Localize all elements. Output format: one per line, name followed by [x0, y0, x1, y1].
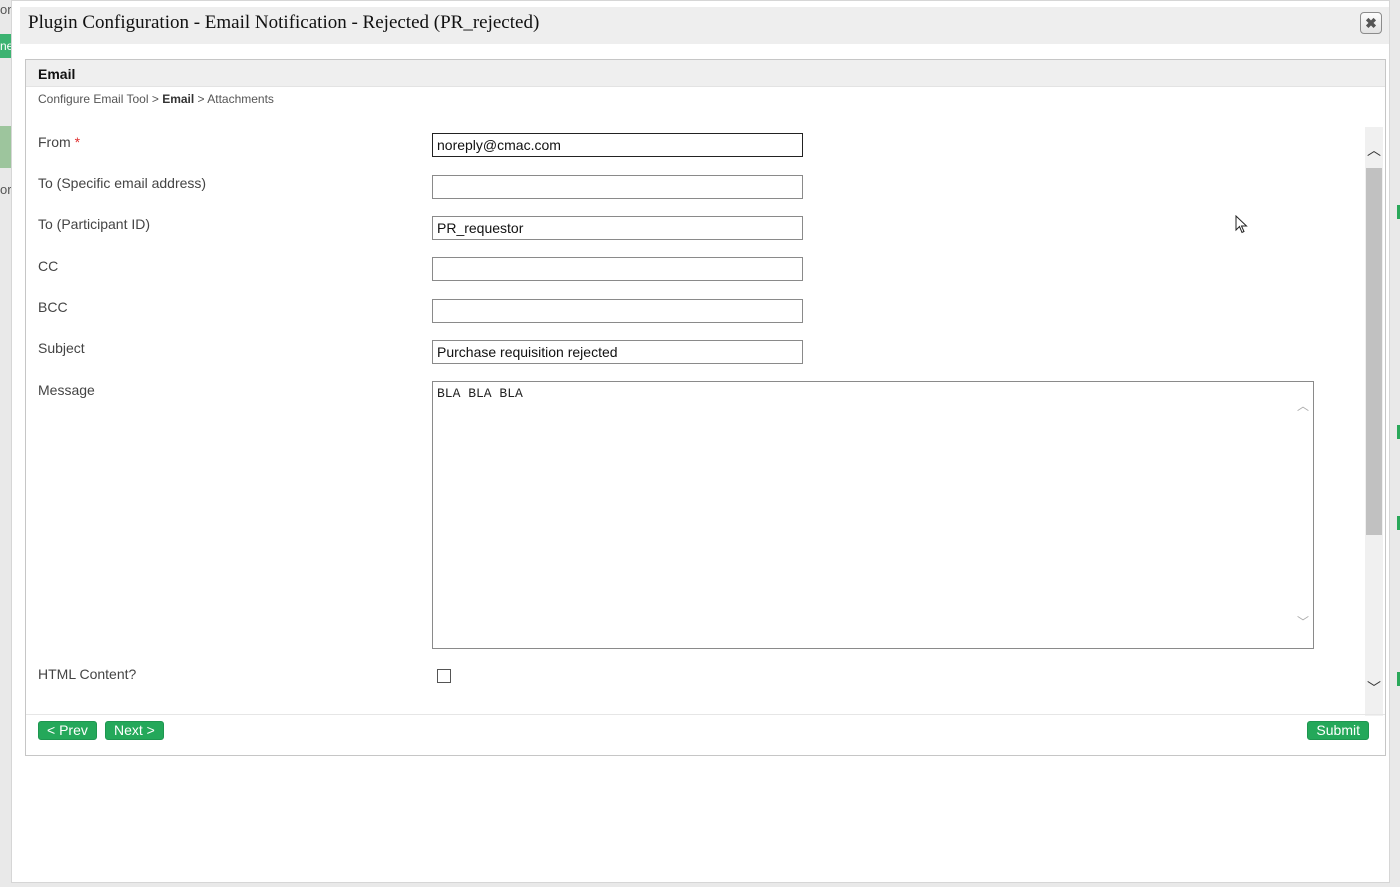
plugin-config-dialog: Plugin Configuration - Email Notificatio…: [11, 0, 1390, 883]
to-participant-input[interactable]: [432, 216, 803, 240]
breadcrumb-separator: >: [148, 92, 163, 106]
from-label: From *: [38, 134, 81, 150]
panel-title: Email: [38, 66, 76, 82]
breadcrumb-separator: >: [194, 92, 208, 106]
to-email-label: To (Specific email address): [38, 175, 207, 191]
breadcrumb: Configure Email Tool > Email > Attachmen…: [38, 92, 274, 106]
cc-label: CC: [38, 258, 59, 274]
bcc-input[interactable]: [432, 299, 803, 323]
textarea-scroll-down-icon[interactable]: ﹀: [1297, 616, 1309, 628]
textarea-scroll-up-icon[interactable]: ︿: [1297, 400, 1309, 412]
dialog-title-bar[interactable]: Plugin Configuration - Email Notificatio…: [20, 7, 1389, 44]
message-textarea[interactable]: BLA BLA BLA: [432, 381, 1314, 649]
background-green-block: [0, 126, 11, 168]
bcc-label: BCC: [38, 299, 68, 315]
next-button[interactable]: Next >: [105, 721, 164, 740]
breadcrumb-step-email: Email: [162, 92, 195, 106]
form-area: From * To (Specific email address) To (P…: [26, 127, 1366, 716]
scroll-up-icon[interactable]: ︿: [1365, 141, 1383, 159]
from-input[interactable]: [432, 133, 803, 157]
message-label: Message: [38, 382, 95, 398]
scrollbar-thumb[interactable]: [1366, 168, 1382, 535]
panel-header: Email: [26, 60, 1385, 87]
dialog-title: Plugin Configuration - Email Notificatio…: [28, 12, 540, 33]
subject-input[interactable]: [432, 340, 803, 364]
form-scrollbar[interactable]: ︿ ﹀: [1365, 127, 1383, 716]
required-marker: *: [74, 134, 81, 150]
mouse-cursor-icon: [1235, 215, 1248, 234]
background-text-fragment: or: [0, 182, 12, 197]
html-content-checkbox[interactable]: [437, 669, 451, 683]
breadcrumb-step-attachments: Attachments: [207, 92, 274, 106]
submit-button[interactable]: Submit: [1307, 721, 1369, 740]
email-panel: Email Configure Email Tool > Email > Att…: [25, 59, 1386, 756]
to-participant-label: To (Participant ID): [38, 216, 151, 232]
prev-button[interactable]: < Prev: [38, 721, 97, 740]
background-green-button: ne: [0, 34, 11, 58]
html-content-label: HTML Content?: [38, 666, 137, 682]
close-icon: ✖: [1365, 15, 1377, 31]
to-email-input[interactable]: [432, 175, 803, 199]
close-button[interactable]: ✖: [1360, 12, 1382, 34]
scroll-down-icon[interactable]: ﹀: [1365, 679, 1383, 697]
subject-label: Subject: [38, 340, 85, 356]
dialog-footer: < Prev Next > Submit: [26, 714, 1385, 756]
cc-input[interactable]: [432, 257, 803, 281]
breadcrumb-step-configure: Configure Email Tool: [38, 92, 149, 106]
